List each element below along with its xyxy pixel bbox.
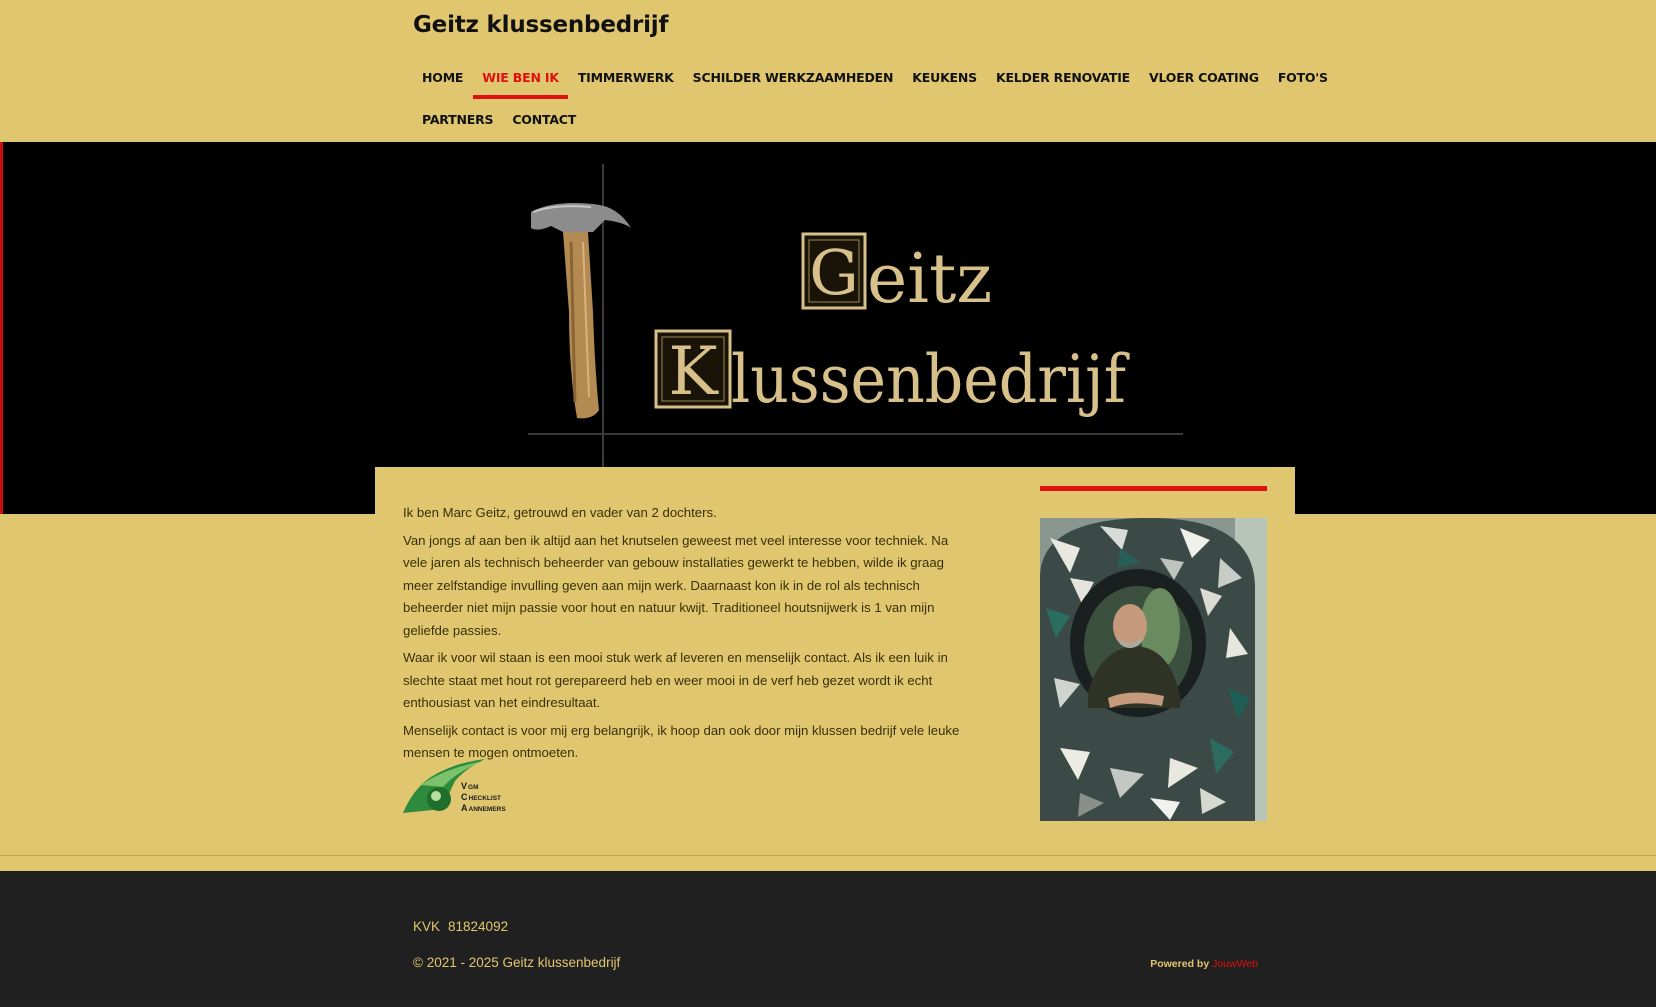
powered-by-label: Powered by (1150, 958, 1210, 970)
about-paragraph: Menselijk contact is voor mij erg belang… (403, 722, 960, 761)
about-paragraph: Van jongs af aan ben ik altijd aan het k… (403, 532, 949, 638)
main-nav-row-1: HOME WIE BEN IK TIMMERWERK SCHILDER WERK… (413, 62, 1338, 99)
kvk-label: KVK (413, 919, 441, 934)
nav-item-home[interactable]: HOME (413, 62, 472, 94)
content-card: Ik ben Marc Geitz, getrouwd en vader van… (375, 467, 1295, 842)
logo-initial-k: K (668, 333, 719, 410)
logo-word-geitz: eitz (867, 240, 992, 319)
nav-item-kelder-renovatie[interactable]: KELDER RENOVATIE (987, 62, 1139, 94)
nav-item-contact[interactable]: CONTACT (503, 104, 585, 136)
header-banner: G K eitz lussenbedrijf (0, 142, 1656, 514)
jouwweb-link[interactable]: JouwWeb (1212, 958, 1258, 970)
nav-item-keukens[interactable]: KEUKENS (903, 62, 986, 94)
kvk-info: KVK 81824092 (413, 919, 516, 934)
nav-item-partners[interactable]: PARTNERS (413, 104, 502, 136)
nav-item-wie-ben-ik[interactable]: WIE BEN IK (473, 62, 568, 99)
content-divider (0, 855, 1656, 856)
site-header: Geitz klussenbedrijf HOME WIE BEN IK TIM… (0, 0, 1656, 142)
about-paragraph: Ik ben Marc Geitz, getrouwd en vader van… (403, 505, 717, 520)
nav-item-fotos[interactable]: FOTO'S (1269, 62, 1337, 94)
nav-item-schilder-werkzaamheden[interactable]: SCHILDER WERKZAAMHEDEN (684, 62, 903, 94)
about-paragraph: Waar ik voor wil staan is een mooi stuk … (403, 650, 948, 710)
svg-text:AANNEMERS: AANNEMERS (461, 803, 506, 813)
hammer-icon (531, 203, 631, 419)
nav-item-vloer-coating[interactable]: VLOER COATING (1140, 62, 1268, 94)
copyright-text: © 2021 - 2025 Geitz klussenbedrijf (413, 955, 621, 970)
powered-by: Powered by JouwWeb (1150, 958, 1258, 970)
photo-accent-bar (1040, 486, 1267, 491)
site-footer: KVK 81824092 © 2021 - 2025 Geitz klussenb… (0, 871, 1656, 1007)
site-title[interactable]: Geitz klussenbedrijf (413, 12, 669, 38)
logo-word-klussenbedrijf: lussenbedrijf (731, 341, 1130, 418)
banner-logo-graphic: G K eitz lussenbedrijf (528, 164, 1183, 472)
about-text: Ik ben Marc Geitz, getrouwd en vader van… (403, 502, 968, 770)
svg-text:VGM: VGM (461, 781, 479, 791)
vca-logo: VGM CHECKLIST AANNEMERS (403, 759, 506, 813)
kvk-number: 81824092 (448, 919, 509, 934)
logo-initial-g: G (809, 236, 859, 309)
profile-photo (1040, 518, 1267, 821)
main-nav-row-2: PARTNERS CONTACT (413, 104, 586, 136)
nav-item-timmerwerk[interactable]: TIMMERWERK (569, 62, 683, 94)
svg-text:CHECKLIST: CHECKLIST (461, 792, 501, 802)
